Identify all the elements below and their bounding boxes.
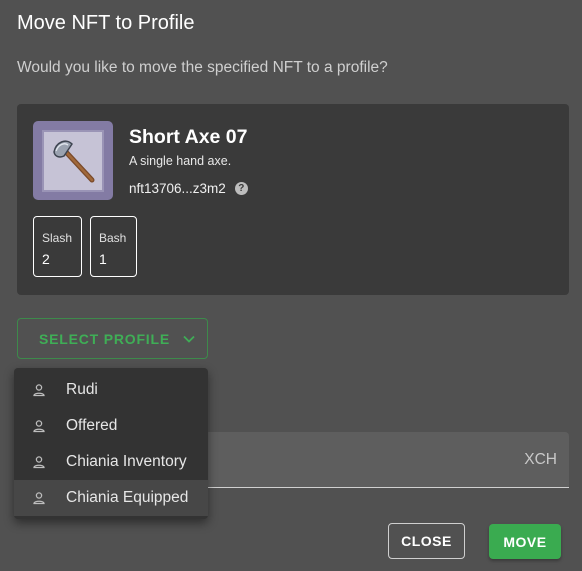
dialog-title: Move NFT to Profile — [17, 12, 195, 34]
menu-item-label: Offered — [66, 417, 118, 434]
nft-card: Short Axe 07 A single hand axe. nft13706… — [17, 104, 569, 295]
menu-item-label: Chiania Inventory — [66, 453, 187, 470]
attribute-value: 2 — [42, 251, 50, 267]
help-icon[interactable]: ? — [234, 182, 248, 195]
fee-unit: XCH — [524, 451, 557, 468]
nft-id-row: nft13706...z3m2 ? — [129, 181, 248, 196]
move-button[interactable]: MOVE — [489, 524, 561, 559]
attribute-value: 1 — [99, 251, 107, 267]
nft-id: nft13706...z3m2 — [129, 181, 226, 196]
select-profile-label: SELECT PROFILE — [39, 330, 170, 347]
nft-name: Short Axe 07 — [129, 126, 248, 148]
attribute-slash: Slash 2 — [33, 216, 82, 277]
profile-dropdown-menu: Rudi Offered Chiania Inventory Chiania E… — [14, 368, 208, 519]
menu-item-chiania-equipped[interactable]: Chiania Equipped — [14, 480, 208, 516]
fee-input[interactable]: XCH — [207, 432, 569, 488]
attribute-name: Bash — [99, 231, 127, 245]
close-button[interactable]: CLOSE — [388, 523, 465, 559]
person-icon — [32, 491, 46, 505]
chevron-down-icon — [183, 335, 195, 343]
person-icon — [32, 419, 46, 433]
select-profile-button[interactable]: SELECT PROFILE — [17, 318, 208, 359]
menu-item-offered[interactable]: Offered — [14, 408, 208, 444]
menu-item-label: Rudi — [66, 381, 98, 398]
menu-item-chiania-inventory[interactable]: Chiania Inventory — [14, 444, 208, 480]
attribute-name: Slash — [42, 231, 73, 245]
person-icon — [32, 455, 46, 469]
nft-description: A single hand axe. — [129, 154, 232, 168]
attribute-bash: Bash 1 — [90, 216, 137, 277]
menu-item-label: Chiania Equipped — [66, 489, 189, 506]
person-icon — [32, 383, 46, 397]
menu-item-rudi[interactable]: Rudi — [14, 372, 208, 408]
nft-thumbnail — [33, 121, 113, 200]
axe-icon — [53, 140, 95, 182]
dialog-description: Would you like to move the specified NFT… — [17, 59, 388, 76]
